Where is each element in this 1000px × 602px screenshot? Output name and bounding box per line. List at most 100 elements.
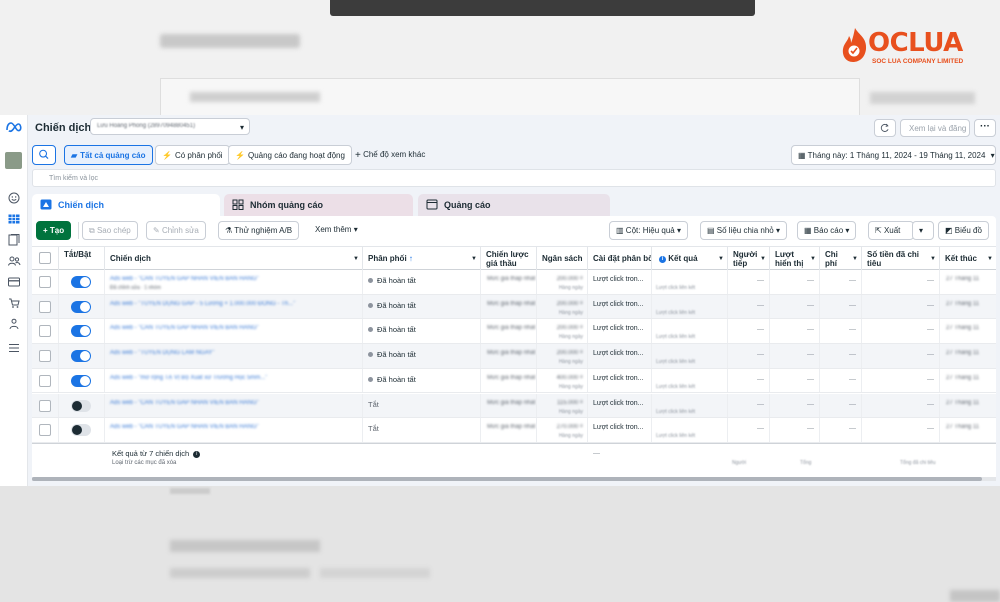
filter-active-ads[interactable]: ⚡ Quảng cáo đang hoạt động [228,145,352,165]
audiences-icon[interactable] [7,255,21,267]
campaign-toggle[interactable] [71,325,91,338]
table-row[interactable]: Ads web - "TUYỂN DỤNG LÀM NGAY" Đã hoàn t… [32,344,996,369]
header-campaign[interactable]: Chiến dịch ▼ [105,247,363,271]
smiley-icon[interactable] [7,192,21,204]
header-impressions[interactable]: Lượt hiển thị ▼ [770,247,820,271]
header-select-all[interactable] [32,247,59,271]
header-bid-strategy[interactable]: Chiến lược giá thầu [481,247,537,271]
account-selector[interactable]: Lưu Hoàng Phong (2897094880451) ▾ [90,118,250,135]
campaign-toggle[interactable] [71,424,91,437]
table-row[interactable]: Ads web - "CẦN TUYỂN GẤP NHÂN VIÊN BÁN H… [32,270,996,295]
filter-all-ads[interactable]: ▰ Tất cả quảng cáo [64,145,153,165]
more-options-button[interactable]: ··· [974,119,996,137]
tab-campaigns-label: Chiến dịch [58,200,105,210]
campaign-toggle[interactable] [71,350,91,363]
row-checkbox[interactable] [39,374,51,387]
table-row[interactable]: Ads web - "TUYỂN DỤNG GẤP - 5 Lương + 1.… [32,294,996,320]
table-grid-icon[interactable] [7,213,21,225]
review-and-publish-button[interactable]: Xem lại và đăng [900,119,970,137]
header-ends[interactable]: Kết thúc ▼ [940,247,996,271]
status-dot [368,352,373,358]
row-checkbox[interactable] [39,350,51,363]
campaign-name-link[interactable]: Ads web - "TUYỂN DỤNG LÀM NGAY" [110,350,215,357]
refresh-button[interactable] [874,119,896,137]
row-toggle-cell [59,319,105,344]
header-cost[interactable]: Chi phí ▼ [820,247,862,271]
header-attribution[interactable]: Cài đặt phân bổ [588,247,652,271]
scrollbar-thumb[interactable] [32,477,982,481]
select-all-checkbox[interactable] [39,252,51,264]
reports-dropdown[interactable]: ▦ Báo cáo ▾ [797,221,857,240]
chevron-down-icon: ▾ [990,151,995,160]
delivery-status-text: Đã hoàn tất [377,374,416,384]
row-checkbox[interactable] [39,276,51,288]
lightning-icon: ⚡ [162,151,172,160]
tab-campaigns[interactable]: Chiến dịch [32,194,220,216]
campaign-name-link[interactable]: Ads web - "TUYỂN DỤNG GẤP - 5 Lương + 1.… [110,301,295,308]
account-avatar[interactable] [5,152,22,169]
summary-text: Kết quả từ 7 chiến dịch [112,448,190,458]
info-icon[interactable]: i [193,450,201,458]
header-reach[interactable]: Người tiếp ▼ [728,247,770,271]
pages-icon[interactable] [7,234,21,246]
campaign-name-link[interactable]: Ads web - "CẦN TUYỂN GẤP NHÂN VIÊN BÁN H… [110,400,259,407]
columns-dropdown[interactable]: ▥ Cột: Hiệu quả ▾ [609,221,688,240]
table-row[interactable]: Ads web - "CẦN TUYỂN GẤP NHÂN VIÊN BÁN H… [32,418,996,443]
breakdown-dropdown[interactable]: ▤ Số liệu chia nhỏ ▾ [700,221,787,240]
search-filter-input[interactable]: Tìm kiếm và lọc [32,169,996,187]
billing-card-icon[interactable] [7,276,21,288]
filter-has-delivery[interactable]: ⚡ Có phân phối [155,145,230,165]
other-views-button[interactable]: + Chế độ xem khác [355,150,425,161]
header-budget[interactable]: Ngân sách [537,247,588,271]
campaign-toggle[interactable] [71,374,91,387]
header-amount-spent[interactable]: Số tiền đã chi tiêu ▼ [862,247,940,271]
table-row[interactable]: Ads web - "mở rộng TẠ VỊ Bộ Xuất xứ Trườ… [32,368,996,394]
date-range-picker[interactable]: ▦ Tháng này: 1 Tháng 11, 2024 - 19 Tháng… [791,145,996,165]
charts-button[interactable]: ◩ Biểu đồ [938,221,989,240]
ab-test-button[interactable]: ⚗ Thử nghiệm A/B [218,221,300,240]
people-settings-icon[interactable] [7,318,21,330]
background-footer [0,486,1000,602]
campaign-name-link[interactable]: Ads web - "CẦN TUYỂN GẤP NHÂN VIÊN BÁN H… [110,424,259,431]
shop-icon[interactable] [7,297,21,309]
spend-value: — [927,351,934,359]
table-row[interactable]: Ads web - "CẦN TUYỂN GẤP NHÂN VIÊN BÁN H… [32,319,996,345]
row-impressions-cell: — [770,270,820,294]
header-results[interactable]: i Kết quả ▼ [652,247,728,271]
duplicate-button[interactable]: ⧉ Sao chép [82,221,138,240]
horizontal-scrollbar[interactable] [32,477,996,481]
campaign-name-link[interactable]: Ads web - "CẦN TUYỂN GẤP NHÂN VIÊN BÁN H… [110,325,259,332]
tab-ads[interactable]: Quảng cáo [418,194,610,216]
row-select-cell [32,319,59,344]
campaign-toggle[interactable] [71,300,91,313]
campaign-toggle[interactable] [71,276,91,288]
campaign-name-link[interactable]: Ads web - "mở rộng TẠ VỊ Bộ Xuất xứ Trườ… [110,375,267,382]
meta-logo-icon[interactable] [5,121,23,133]
campaign-name-link[interactable]: Ads web - "CẦN TUYỂN GẤP NHÂN VIÊN BÁN H… [110,276,259,283]
row-budget-cell: 200.000 ₫ Hàng ngày [537,294,588,319]
row-checkbox[interactable] [39,424,51,437]
status-dot [368,376,373,382]
edit-button[interactable]: ✎ Chỉnh sửa [146,221,206,240]
header-onoff[interactable]: Tắt/Bật [59,247,105,271]
search-button[interactable] [32,145,56,165]
menu-hamburger-icon[interactable] [7,342,21,354]
budget-type: Hàng ngày [558,383,583,390]
more-actions-dropdown[interactable]: Xem thêm ▾ [315,225,358,234]
chevron-down-icon: ▼ [987,256,993,262]
export-dropdown[interactable]: ▾ [912,221,934,240]
create-button[interactable]: + Tạo [36,221,72,240]
chevron-down-icon: ▼ [471,256,477,262]
bid-strategy-value: Mức giá thấp nhất [487,424,536,431]
more-actions-label: Xem thêm [315,225,352,234]
row-checkbox[interactable] [39,325,51,338]
export-button[interactable]: ⇱ Xuất [868,221,914,240]
row-end-cell: 27 Tháng 11 [940,295,996,319]
table-row[interactable]: Ads web - "CẦN TUYỂN GẤP NHÂN VIÊN BÁN H… [32,393,996,419]
row-checkbox[interactable] [39,300,51,313]
row-checkbox[interactable] [39,399,51,412]
header-delivery[interactable]: Phân phối ↑ ▼ [363,247,481,271]
report-icon: ▦ [804,226,812,235]
tab-ad-sets[interactable]: Nhóm quảng cáo [224,194,413,216]
campaign-toggle[interactable] [71,399,91,412]
